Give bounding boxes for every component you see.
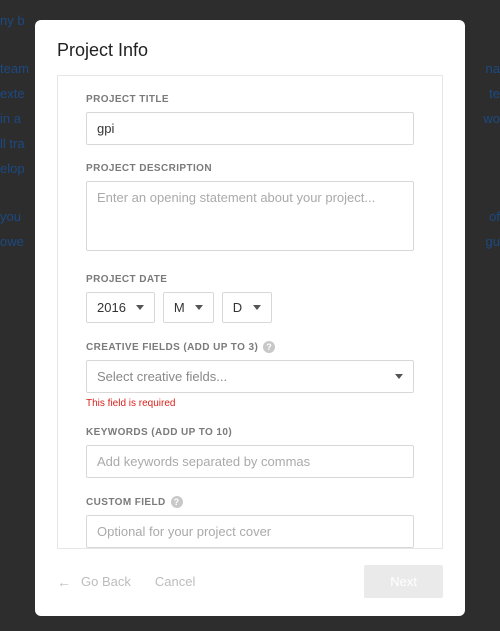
project-date-group: PROJECT DATE 2016 M D — [86, 274, 414, 323]
next-button[interactable]: Next — [364, 565, 443, 598]
cancel-button[interactable]: Cancel — [155, 574, 195, 589]
project-description-group: PROJECT DESCRIPTION — [86, 163, 414, 256]
creative-fields-label: CREATIVE FIELDS (ADD UP TO 3) ? — [86, 341, 414, 353]
project-description-input[interactable] — [86, 181, 414, 251]
project-title-group: PROJECT TITLE — [86, 94, 414, 145]
help-icon[interactable]: ? — [171, 496, 183, 508]
custom-field-group: CUSTOM FIELD ? — [86, 496, 414, 548]
year-value: 2016 — [97, 300, 126, 315]
project-info-modal: Project Info PROJECT TITLE PROJECT DESCR… — [35, 20, 465, 616]
go-back-button[interactable]: ← Go Back — [57, 574, 131, 590]
year-select[interactable]: 2016 — [86, 292, 155, 323]
chevron-down-icon — [195, 305, 203, 310]
project-date-label: PROJECT DATE — [86, 274, 414, 285]
go-back-label: Go Back — [81, 574, 131, 589]
custom-field-input[interactable] — [86, 515, 414, 548]
modal-footer: ← Go Back Cancel Next — [57, 549, 443, 598]
modal-title: Project Info — [57, 40, 443, 61]
form-panel: PROJECT TITLE PROJECT DESCRIPTION PROJEC… — [57, 75, 443, 549]
creative-fields-error: This field is required — [86, 398, 414, 409]
creative-fields-group: CREATIVE FIELDS (ADD UP TO 3) ? Select c… — [86, 341, 414, 409]
project-title-input[interactable] — [86, 112, 414, 145]
project-title-label: PROJECT TITLE — [86, 94, 414, 105]
keywords-group: KEYWORDS (ADD UP TO 10) — [86, 427, 414, 478]
help-icon[interactable]: ? — [263, 341, 275, 353]
keywords-input[interactable] — [86, 445, 414, 478]
day-value: D — [233, 300, 243, 315]
day-select[interactable]: D — [222, 292, 272, 323]
custom-field-label: CUSTOM FIELD ? — [86, 496, 414, 508]
creative-fields-placeholder: Select creative fields... — [97, 369, 227, 384]
chevron-down-icon — [253, 305, 261, 310]
month-select[interactable]: M — [163, 292, 214, 323]
chevron-down-icon — [395, 374, 403, 379]
month-value: M — [174, 300, 185, 315]
arrow-left-icon: ← — [57, 574, 71, 590]
project-description-label: PROJECT DESCRIPTION — [86, 163, 414, 174]
creative-fields-select[interactable]: Select creative fields... — [86, 360, 414, 393]
chevron-down-icon — [136, 305, 144, 310]
keywords-label: KEYWORDS (ADD UP TO 10) — [86, 427, 414, 438]
